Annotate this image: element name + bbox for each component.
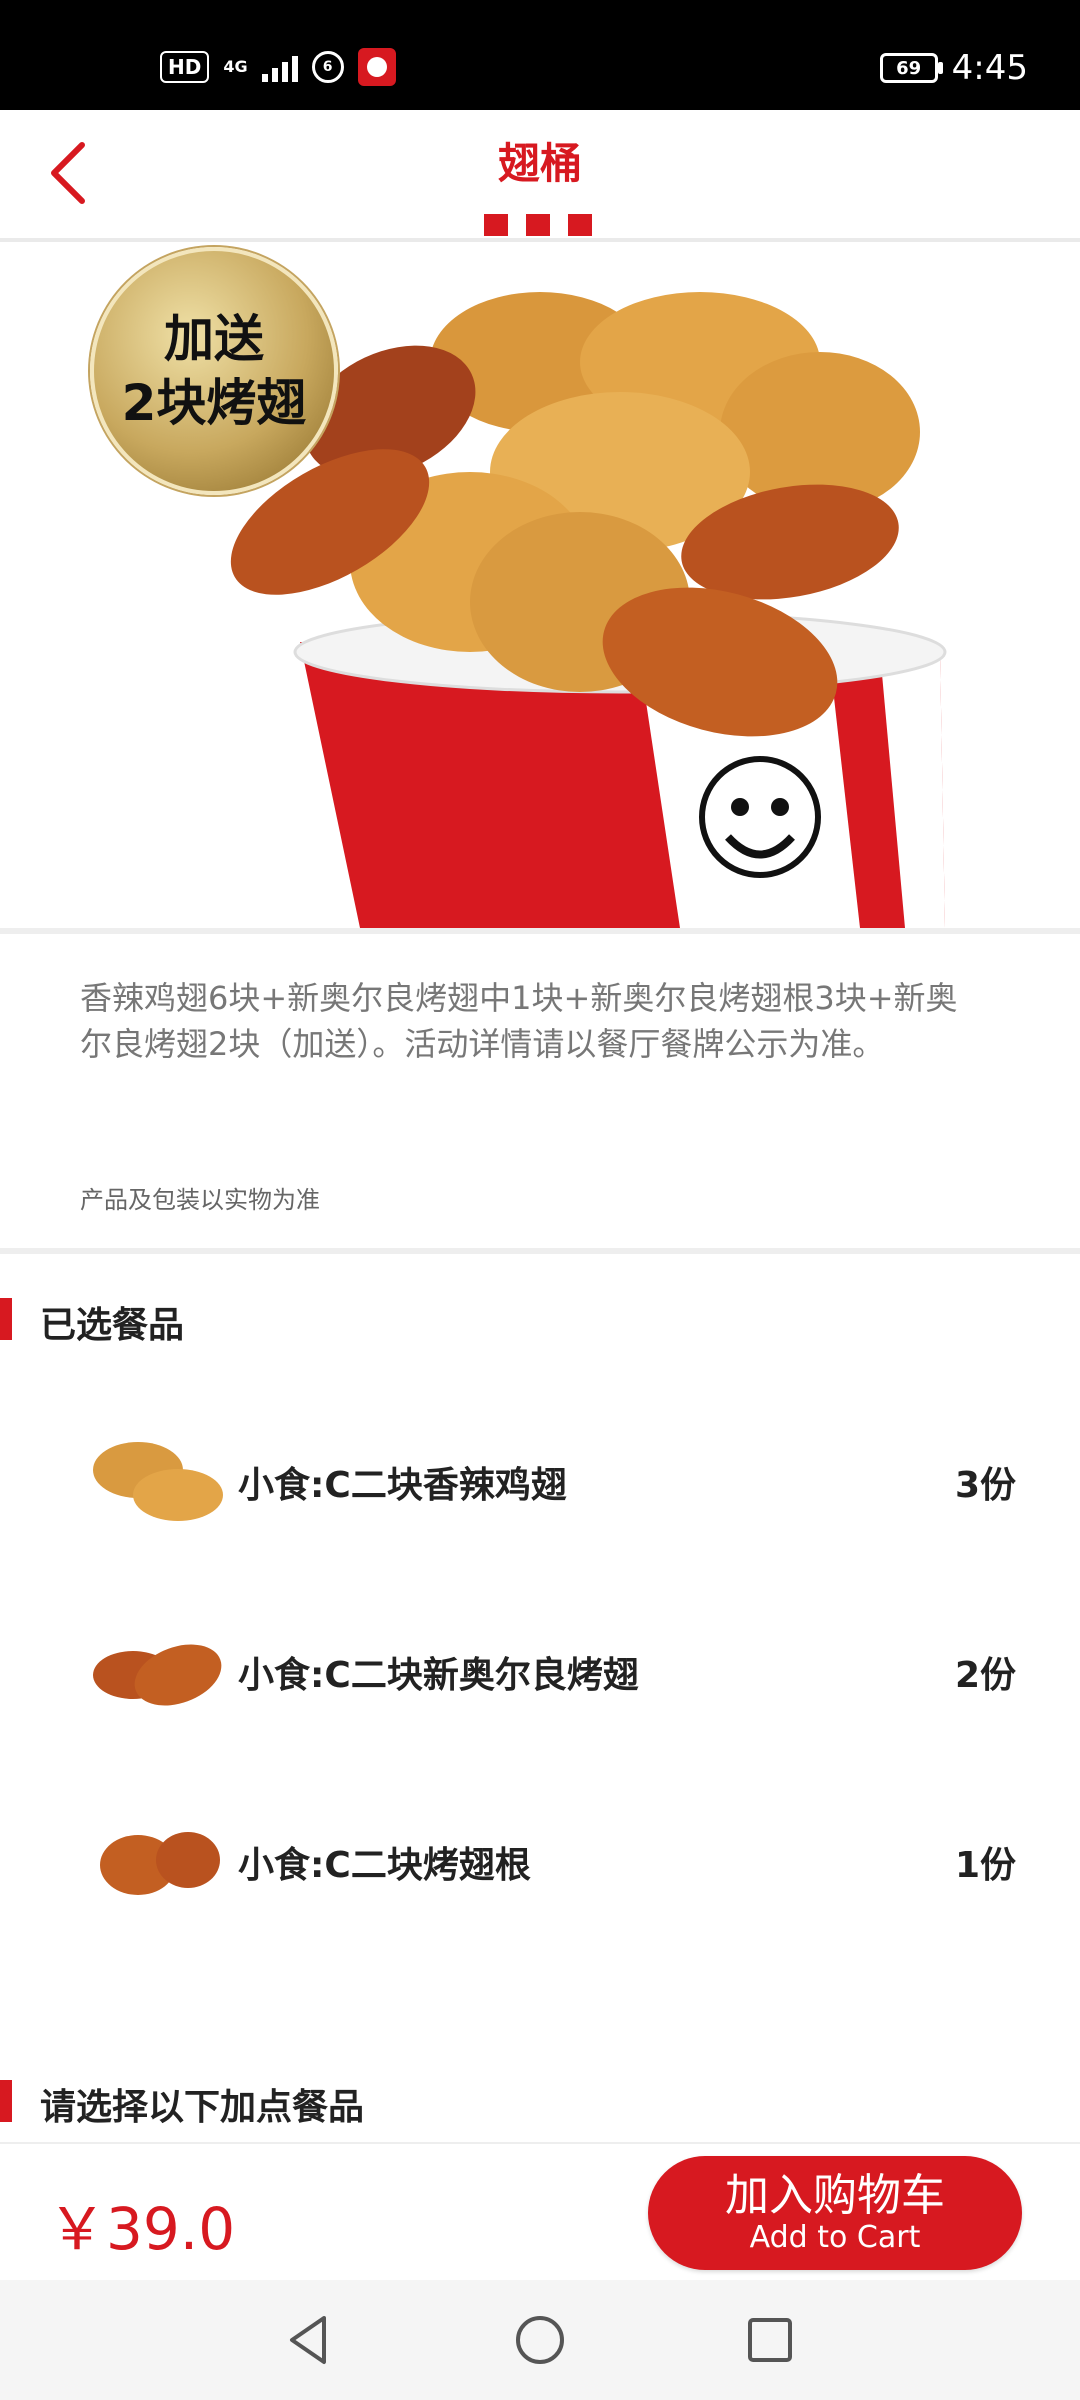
item-name: 小食:C二块香辣鸡翅 xyxy=(238,1465,567,1506)
divider xyxy=(0,1248,1080,1254)
orleans-wings-thumbnail xyxy=(93,1644,222,1706)
add-to-cart-button[interactable]: 加入购物车 Add to Cart xyxy=(648,2156,1022,2270)
add-to-cart-label-en: Add to Cart xyxy=(749,2220,921,2255)
page-title: 翅桶 xyxy=(497,139,582,188)
addons-section-title: 请选择以下加点餐品 xyxy=(40,2087,365,2128)
back-triangle-icon[interactable] xyxy=(280,2310,340,2370)
kfc-stripes-icon xyxy=(484,214,592,236)
section-marker xyxy=(0,1298,12,1340)
page-header: 翅桶 xyxy=(0,110,1080,242)
disclaimer-note: 产品及包装以实物为准 xyxy=(80,1186,320,1214)
status-icons-right: 69 4:45 xyxy=(879,48,1028,88)
battery-icon: 69 xyxy=(879,53,943,83)
recents-square-icon[interactable] xyxy=(740,2310,800,2370)
product-description: 香辣鸡翅6块+新奥尔良烤翅中1块+新奥尔良烤翅根3块+新奥尔良烤翅2块（加送）。… xyxy=(80,979,958,1063)
status-icons-left: HD 4G 6 xyxy=(160,48,396,86)
signal-icon xyxy=(261,52,298,82)
divider xyxy=(0,928,1080,934)
product-image: 加送 2块烤翅 xyxy=(0,242,1080,928)
kfc-app-icon xyxy=(357,48,396,86)
wing-root-thumbnail xyxy=(100,1832,220,1895)
badge-line-1: 加送 xyxy=(163,310,264,368)
total-price: ￥39.0 xyxy=(48,2195,236,2263)
checkout-bar: ￥39.0 加入购物车 Add to Cart xyxy=(0,2142,1080,2282)
promo-badge: 加送 2块烤翅 xyxy=(90,247,338,495)
add-to-cart-label-zh: 加入购物车 xyxy=(725,2170,945,2221)
list-item[interactable]: 小食:C二块新奥尔良烤翅 2份 xyxy=(0,1590,1080,1750)
item-quantity: 2份 xyxy=(954,1655,1016,1696)
home-circle-icon[interactable] xyxy=(510,2310,570,2370)
badge-line-2: 2块烤翅 xyxy=(121,374,307,432)
item-name: 小食:C二块烤翅根 xyxy=(238,1845,531,1886)
spicy-wings-thumbnail xyxy=(93,1442,223,1521)
status-bar: HD 4G 6 69 4:45 xyxy=(0,0,1080,110)
nfc-icon: 6 xyxy=(311,51,344,83)
network-type: 4G xyxy=(223,57,248,76)
selected-section-title: 已选餐品 xyxy=(40,1305,185,1346)
hd-indicator: HD xyxy=(160,51,210,83)
system-nav-bar xyxy=(0,2280,1080,2400)
list-item[interactable]: 小食:C二块香辣鸡翅 3份 xyxy=(0,1400,1080,1560)
item-quantity: 1份 xyxy=(954,1845,1016,1886)
item-quantity: 3份 xyxy=(954,1465,1016,1506)
list-item[interactable]: 小食:C二块烤翅根 1份 xyxy=(0,1780,1080,1940)
item-name: 小食:C二块新奥尔良烤翅 xyxy=(238,1655,639,1696)
section-marker xyxy=(0,2080,12,2122)
clock: 4:45 xyxy=(951,48,1028,88)
